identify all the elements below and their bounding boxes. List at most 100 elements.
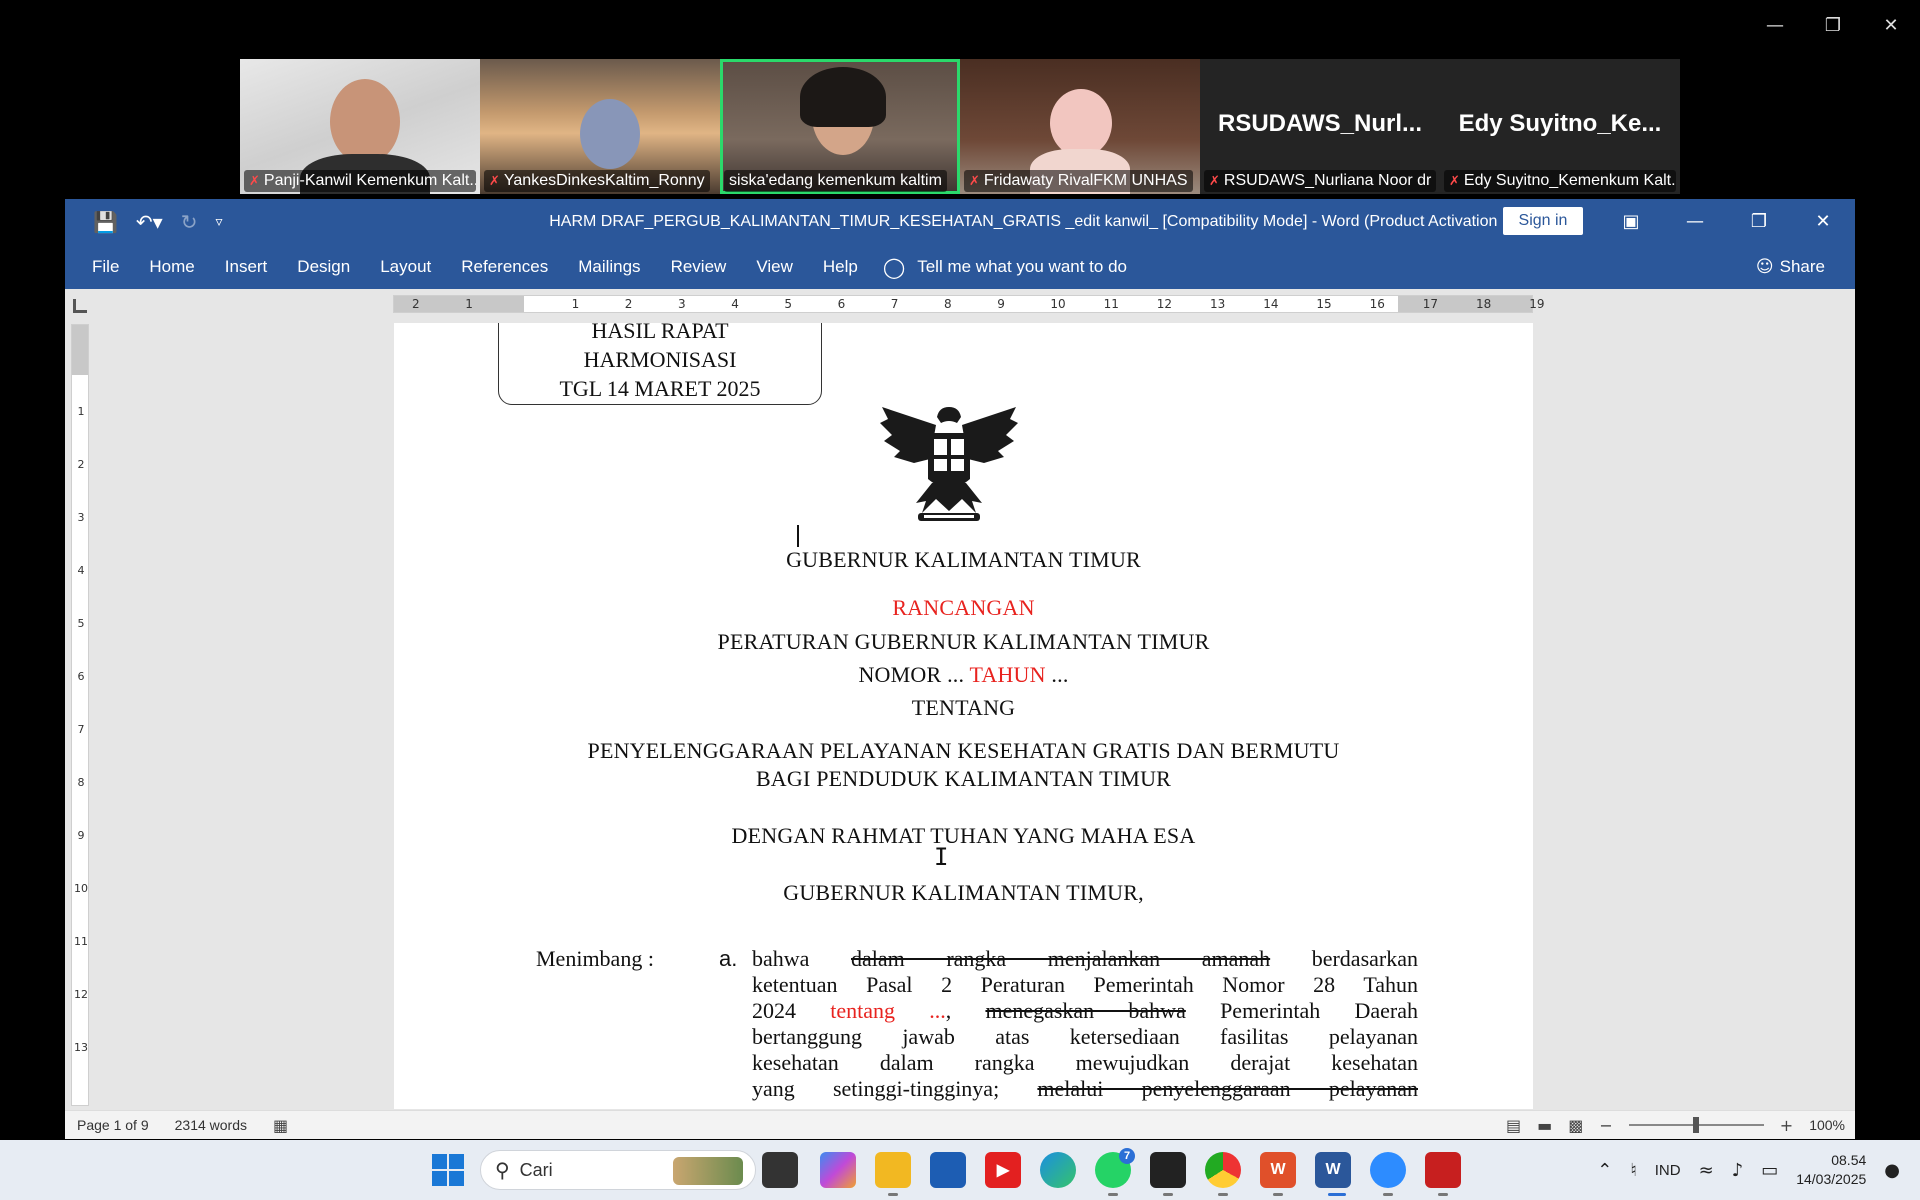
proofing-icon[interactable]: ▦ [273,1116,288,1135]
file-explorer-icon[interactable] [875,1152,911,1188]
web-layout-icon[interactable]: ▩ [1568,1116,1583,1135]
ribbon-display-options-icon[interactable]: ▣ [1599,199,1663,244]
print-layout-icon[interactable]: ▬ [1537,1116,1552,1135]
ruler-number: 6 [77,670,85,683]
tab-file[interactable]: File [77,257,134,277]
tab-home[interactable]: Home [134,257,209,277]
close-icon[interactable]: ✕ [1791,199,1855,244]
clock[interactable]: 08.54 14/03/2025 [1796,1151,1866,1189]
acrobat-icon[interactable] [1425,1152,1461,1188]
word-icon[interactable]: W [1315,1152,1351,1188]
page-count[interactable]: Page 1 of 9 [77,1117,149,1133]
volume-icon[interactable]: ♪ [1732,1160,1744,1181]
stamp-line: TGL 14 MARET 2025 [559,376,761,401]
whatsapp-icon[interactable]: 7 [1095,1148,1135,1188]
menimbang-paragraph: bahwa dalam rangka menjalankan amanah be… [752,946,1419,1101]
zoom-app-icon[interactable] [1370,1152,1406,1188]
tab-view[interactable]: View [741,257,808,277]
horizontal-ruler[interactable]: 2 1 1 2 3 4 5 6 7 8 9 10 11 12 13 14 15 16 17 18 19 [393,295,1544,313]
search-icon: ⚲ [495,1158,510,1182]
participant-tile[interactable]: ✗ YankesDinkesKaltim_Ronny [480,59,720,194]
tab-design[interactable]: Design [282,257,365,277]
participant-tile[interactable]: ✗ Panji-Kanwil Kemenkum Kalt... [240,59,480,194]
zoom-slider[interactable] [1628,1117,1764,1133]
youtube-icon[interactable]: ▶ [985,1152,1021,1188]
microphone-icon[interactable]: ♮ [1630,1160,1636,1181]
ruler-number: 18 [1476,297,1492,311]
mic-muted-icon: ✗ [489,173,500,189]
tab-mailings[interactable]: Mailings [563,257,655,277]
wifi-icon[interactable]: ≈ [1699,1160,1714,1181]
ruler-number: 15 [1316,297,1332,311]
microsoft-store-icon[interactable] [930,1152,966,1188]
language-indicator[interactable]: IND [1655,1162,1681,1179]
notification-bell-icon[interactable]: ● [1884,1160,1900,1181]
deleted-text: menegaskan bahwa [985,998,1186,1023]
minimize-icon[interactable]: — [1663,199,1727,244]
zoom-out-icon[interactable]: − [1599,1116,1612,1135]
wps-office-icon[interactable]: W [1260,1152,1296,1188]
rancangan-label: RANCANGAN [892,595,1035,620]
vertical-ruler[interactable]: 1 2 3 4 5 6 7 8 9 10 11 12 13 [71,324,89,1106]
participant-display-name: Edy Suyitno_Ke... [1458,109,1662,137]
search-placeholder: Cari [519,1159,553,1180]
ruler-number: 7 [77,723,85,736]
chrome-icon[interactable] [1205,1152,1241,1188]
share-label: Share [1779,256,1825,276]
inserted-text: tentang ... [830,998,946,1023]
ruler-number: 8 [944,297,952,311]
person-icon: ☺ [1755,256,1774,277]
nomor-text: NOMOR ... [858,662,970,687]
screen: — ❐ ✕ ✗ Panji-Kanwil Kemenkum Kalt... ✗ Ya… [0,0,1920,1200]
peraturan-line: PERATURAN GUBERNUR KALIMANTAN TIMUR [717,629,1210,654]
participant-name: Fridawaty RivalFKM UNHAS [983,172,1188,189]
sticky-notes-icon[interactable] [1150,1152,1186,1188]
deleted-text: melalui penyelenggaraan pelayanan [1037,1076,1418,1101]
tell-me-box[interactable]: ◯ Tell me what you want to do [883,255,1127,279]
taskbar-search[interactable]: ⚲ Cari [480,1150,756,1190]
tab-references[interactable]: References [446,257,563,277]
restore-icon[interactable]: ❐ [1727,199,1791,244]
document-page[interactable]: HASIL RAPAT HARMONISASI TGL 14 MARET 202… [394,323,1533,1109]
word-count[interactable]: 2314 words [175,1117,247,1133]
mic-muted-icon: ✗ [1449,173,1460,189]
subject-line-1: PENYELENGGARAAN PELAYANAN KESEHATAN GRAT… [587,738,1340,763]
ruler-number: 11 [74,935,88,948]
document-title: HARM DRAF_PERGUB_KALIMANTAN_TIMUR_KESEHA… [549,212,1551,230]
close-icon[interactable]: ✕ [1862,8,1920,42]
windows-start-icon[interactable] [432,1154,464,1186]
tab-layout[interactable]: Layout [365,257,446,277]
copilot-icon[interactable] [820,1152,856,1188]
battery-icon[interactable]: ▭ [1761,1160,1778,1181]
mic-muted-icon: ✗ [969,173,980,189]
ruler-number: 17 [1422,297,1439,311]
chevron-up-icon[interactable]: ⌃ [1597,1160,1612,1181]
harmonisasi-stamp: HASIL RAPAT HARMONISASI TGL 14 MARET 202… [498,323,822,405]
ruler-number: 16 [1369,297,1385,311]
participant-video [330,79,400,164]
restore-icon[interactable]: ❐ [1804,8,1862,42]
sign-in-button[interactable]: Sign in [1503,207,1583,235]
read-mode-icon[interactable]: ▤ [1506,1116,1521,1135]
edge-icon[interactable] [1040,1152,1076,1188]
ruler-number: 5 [784,297,793,311]
tab-insert[interactable]: Insert [210,257,283,277]
tab-review[interactable]: Review [656,257,742,277]
participant-tile-active[interactable]: siska'edang kemenkum kaltim [720,59,960,194]
date: 14/03/2025 [1796,1171,1867,1187]
tab-help[interactable]: Help [808,257,873,277]
ruler-number: 10 [1050,297,1066,311]
menimbang-label: Menimbang : [536,946,654,971]
tab-selector[interactable] [73,299,87,313]
gubernur-line-2: GUBERNUR KALIMANTAN TIMUR, [783,880,1144,905]
minimize-icon[interactable]: — [1746,8,1804,42]
zoom-in-icon[interactable]: + [1780,1116,1793,1135]
task-view-icon[interactable] [762,1152,798,1188]
participant-tile[interactable]: RSUDAWS_Nurl... ✗ RSUDAWS_Nurliana Noor d… [1200,59,1440,194]
participant-tile[interactable]: Edy Suyitno_Ke... ✗ Edy Suyitno_Kemenkum … [1440,59,1680,194]
participant-tile[interactable]: ✗ Fridawaty RivalFKM UNHAS [960,59,1200,194]
participant-display-name: RSUDAWS_Nurl... [1217,109,1423,137]
zoom-level[interactable]: 100% [1809,1117,1845,1133]
ruler-number: 1 [465,297,473,311]
share-button[interactable]: ☺ Share [1756,257,1825,277]
